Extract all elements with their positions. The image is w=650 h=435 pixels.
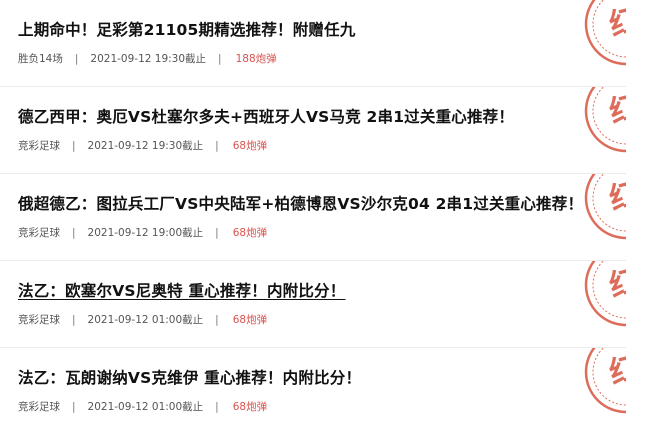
article-deadline: 2021-09-12 19:30截止 [87,140,204,152]
svg-text:红: 红 [606,176,626,218]
article-list: 上期命中！足彩第21105期精选推荐！附赠任九 胜负14场 | 2021-09-… [0,0,626,435]
red-stamp-icon: 红 [580,0,626,68]
red-stamp-icon: 红 [580,87,626,155]
divider: | [72,139,76,152]
article-meta: 胜负14场 | 2021-09-12 19:30截止 | 188炮弹 [18,51,277,66]
divider: | [218,52,222,65]
divider: | [72,400,76,413]
article-meta: 竞彩足球 | 2021-09-12 01:00截止 | 68炮弹 [18,399,267,414]
svg-text:红: 红 [606,263,626,305]
article-category: 竞彩足球 [18,401,60,413]
list-item[interactable]: 上期命中！足彩第21105期精选推荐！附赠任九 胜负14场 | 2021-09-… [0,0,626,87]
article-category: 胜负14场 [18,53,63,65]
article-deadline: 2021-09-12 19:00截止 [87,227,204,239]
article-category: 竞彩足球 [18,227,60,239]
article-price: 188炮弹 [235,53,277,65]
list-item[interactable]: 法乙：瓦朗谢纳VS克维伊 重心推荐！内附比分！ 竞彩足球 | 2021-09-1… [0,348,626,435]
article-title[interactable]: 法乙：欧塞尔VS尼奥特 重心推荐！内附比分！ [18,279,345,301]
article-price: 68炮弹 [232,140,268,152]
article-meta: 竞彩足球 | 2021-09-12 01:00截止 | 68炮弹 [18,312,267,327]
article-price: 68炮弹 [232,314,268,326]
list-item[interactable]: 俄超德乙：图拉兵工厂VS中央陆军+柏德博恩VS沙尔克04 2串1过关重心推荐！ … [0,174,626,261]
divider: | [215,226,219,239]
svg-text:红: 红 [606,350,626,392]
svg-text:红: 红 [606,2,626,44]
red-stamp-icon: 红 [580,348,626,416]
article-deadline: 2021-09-12 01:00截止 [87,314,204,326]
red-stamp-icon: 红 [580,174,626,242]
article-deadline: 2021-09-12 19:30截止 [90,53,207,65]
article-category: 竞彩足球 [18,140,60,152]
divider: | [215,313,219,326]
divider: | [72,313,76,326]
article-title[interactable]: 法乙：瓦朗谢纳VS克维伊 重心推荐！内附比分！ [18,366,361,388]
article-price: 68炮弹 [232,401,268,413]
svg-text:红: 红 [606,89,626,131]
article-meta: 竞彩足球 | 2021-09-12 19:30截止 | 68炮弹 [18,138,267,153]
list-item[interactable]: 德乙西甲：奥厄VS杜塞尔多夫+西班牙人VS马竞 2串1过关重心推荐！ 竞彩足球 … [0,87,626,174]
article-price: 68炮弹 [232,227,268,239]
list-item[interactable]: 法乙：欧塞尔VS尼奥特 重心推荐！内附比分！ 竞彩足球 | 2021-09-12… [0,261,626,348]
article-title[interactable]: 上期命中！足彩第21105期精选推荐！附赠任九 [18,18,356,40]
article-category: 竞彩足球 [18,314,60,326]
divider: | [215,139,219,152]
article-title[interactable]: 俄超德乙：图拉兵工厂VS中央陆军+柏德博恩VS沙尔克04 2串1过关重心推荐！ [18,192,583,214]
divider: | [72,226,76,239]
article-meta: 竞彩足球 | 2021-09-12 19:00截止 | 68炮弹 [18,225,267,240]
article-deadline: 2021-09-12 01:00截止 [87,401,204,413]
article-title[interactable]: 德乙西甲：奥厄VS杜塞尔多夫+西班牙人VS马竞 2串1过关重心推荐！ [18,105,514,127]
divider: | [215,400,219,413]
divider: | [74,52,79,65]
red-stamp-icon: 红 [580,261,626,329]
